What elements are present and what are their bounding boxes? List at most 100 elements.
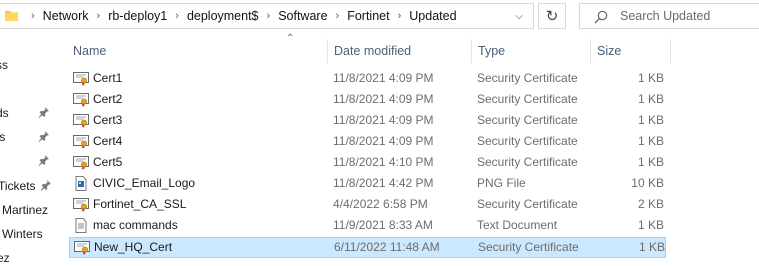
nav-item[interactable]: ez [0, 248, 60, 266]
breadcrumb-deployment[interactable]: deployment$ [187, 9, 259, 23]
column-header-name[interactable]: Name [73, 41, 106, 61]
nav-item-label: ez [0, 251, 10, 265]
certificate-icon [73, 93, 89, 107]
pin-icon [38, 155, 49, 166]
nav-item-label: ds [0, 106, 9, 120]
file-type: PNG File [477, 176, 526, 190]
search-box[interactable]: Search Updated [579, 3, 759, 29]
image-file-icon [75, 176, 87, 191]
nav-item-label: Tickets [0, 179, 36, 193]
file-type: Security Certificate [477, 92, 578, 106]
navigation-bar: › Network › rb-deploy1 › deployment$ › S… [0, 0, 759, 33]
file-date-modified: 11/9/2021 8:33 AM [333, 218, 433, 232]
file-type: Security Certificate [478, 240, 579, 254]
address-bar[interactable]: › Network › rb-deploy1 › deployment$ › S… [0, 3, 534, 29]
file-list: ⌃ Name Date modified Type Size Cert1 11/8… [67, 33, 759, 266]
file-size: 1 KB [637, 218, 664, 232]
certificate-icon [74, 241, 90, 255]
file-name: Cert3 [93, 113, 123, 127]
breadcrumb-updated[interactable]: Updated [409, 9, 456, 23]
chevron-right-icon[interactable]: › [175, 10, 179, 22]
column-divider[interactable] [670, 39, 671, 63]
file-row[interactable]: mac commands 11/9/2021 8:33 AM Text Docume… [69, 216, 666, 237]
sort-ascending-icon: ⌃ [286, 33, 295, 44]
column-header-date-modified[interactable]: Date modified [334, 41, 411, 61]
nav-item[interactable]: ds [0, 103, 60, 123]
file-type: Text Document [477, 218, 558, 232]
chevron-down-icon: ⌵ [515, 10, 523, 22]
file-name: Fortinet_CA_SSL [93, 197, 187, 211]
pin-icon [38, 107, 49, 118]
file-type: Security Certificate [477, 134, 578, 148]
file-row[interactable]: Cert1 11/8/2021 4:09 PM Security Certifica… [69, 69, 666, 90]
file-row[interactable]: New_HQ_Cert 6/11/2022 11:48 AM Security Ce… [69, 237, 666, 258]
column-header-size[interactable]: Size [597, 41, 621, 61]
file-row[interactable]: Cert2 11/8/2021 4:09 PM Security Certifica… [69, 90, 666, 111]
file-row[interactable]: Fortinet_CA_SSL 4/4/2022 6:58 PM Security … [69, 195, 666, 216]
nav-item-label: ts [0, 130, 6, 144]
chevron-right-icon[interactable]: › [31, 10, 35, 22]
column-divider[interactable] [471, 39, 472, 63]
breadcrumb: › Network › rb-deploy1 › deployment$ › S… [23, 4, 457, 28]
file-size: 1 KB [637, 113, 664, 127]
file-date-modified: 11/8/2021 4:09 PM [333, 92, 434, 106]
file-size: 10 KB [631, 176, 664, 190]
breadcrumb-fortinet[interactable]: Fortinet [347, 9, 389, 23]
nav-item-label: ss [0, 58, 8, 72]
certificate-icon [73, 72, 89, 86]
breadcrumb-software[interactable]: Software [278, 9, 327, 23]
nav-item[interactable] [0, 151, 60, 171]
file-size: 1 KB [637, 155, 664, 169]
file-type: Security Certificate [477, 71, 578, 85]
file-size: 1 KB [637, 71, 664, 85]
file-date-modified: 6/11/2022 11:48 AM [334, 240, 440, 254]
breadcrumb-network[interactable]: Network [43, 9, 89, 23]
file-date-modified: 11/8/2021 4:42 PM [333, 176, 434, 190]
chevron-right-icon[interactable]: › [336, 10, 340, 22]
breadcrumb-rb-deploy1[interactable]: rb-deploy1 [108, 9, 167, 23]
pin-icon [40, 180, 51, 191]
column-divider[interactable] [327, 39, 328, 63]
file-size: 1 KB [638, 240, 665, 254]
file-date-modified: 4/4/2022 6:58 PM [333, 197, 428, 211]
chevron-right-icon[interactable]: › [97, 10, 101, 22]
refresh-icon: ↻ [545, 8, 559, 25]
file-name: Cert4 [93, 134, 123, 148]
folder-icon [5, 11, 18, 21]
file-type: Security Certificate [477, 155, 578, 169]
chevron-right-icon[interactable]: › [267, 10, 271, 22]
file-name: mac commands [93, 218, 178, 232]
file-date-modified: 11/8/2021 4:09 PM [333, 134, 434, 148]
file-date-modified: 11/8/2021 4:09 PM [333, 71, 434, 85]
column-header-type[interactable]: Type [478, 41, 505, 61]
file-row[interactable]: Cert3 11/8/2021 4:09 PM Security Certifica… [69, 111, 666, 132]
search-input[interactable]: Search Updated [620, 9, 710, 23]
certificate-icon [73, 114, 89, 128]
file-row[interactable]: Cert5 11/8/2021 4:10 PM Security Certifica… [69, 153, 666, 174]
file-name: New_HQ_Cert [94, 240, 173, 254]
file-date-modified: 11/8/2021 4:09 PM [333, 113, 434, 127]
certificate-icon [73, 135, 89, 149]
file-name: Cert2 [93, 92, 123, 106]
file-name: Cert1 [93, 71, 123, 85]
navigation-pane: ss ds ts Tickets Martinez Winters ez [0, 33, 60, 266]
file-date-modified: 11/8/2021 4:10 PM [333, 155, 434, 169]
refresh-button[interactable]: ↻ [538, 3, 566, 29]
nav-item[interactable]: Winters [0, 224, 60, 244]
address-history-dropdown[interactable]: ⌵ [505, 4, 533, 28]
file-type: Security Certificate [477, 197, 578, 211]
nav-item[interactable]: ss [0, 55, 60, 75]
file-name: Cert5 [93, 155, 123, 169]
nav-item[interactable]: ts [0, 127, 60, 147]
nav-item[interactable]: Martinez [0, 200, 60, 220]
file-size: 2 KB [637, 197, 664, 211]
column-divider[interactable] [590, 39, 591, 63]
text-file-icon [75, 218, 87, 233]
nav-item[interactable]: Tickets [0, 176, 60, 196]
file-type: Security Certificate [477, 113, 578, 127]
chevron-right-icon[interactable]: › [398, 10, 402, 22]
file-row[interactable]: Cert4 11/8/2021 4:09 PM Security Certifica… [69, 132, 666, 153]
file-row[interactable]: CIVIC_Email_Logo 11/8/2021 4:42 PM PNG Fil… [69, 174, 666, 195]
certificate-icon [73, 198, 89, 212]
file-size: 1 KB [637, 134, 664, 148]
